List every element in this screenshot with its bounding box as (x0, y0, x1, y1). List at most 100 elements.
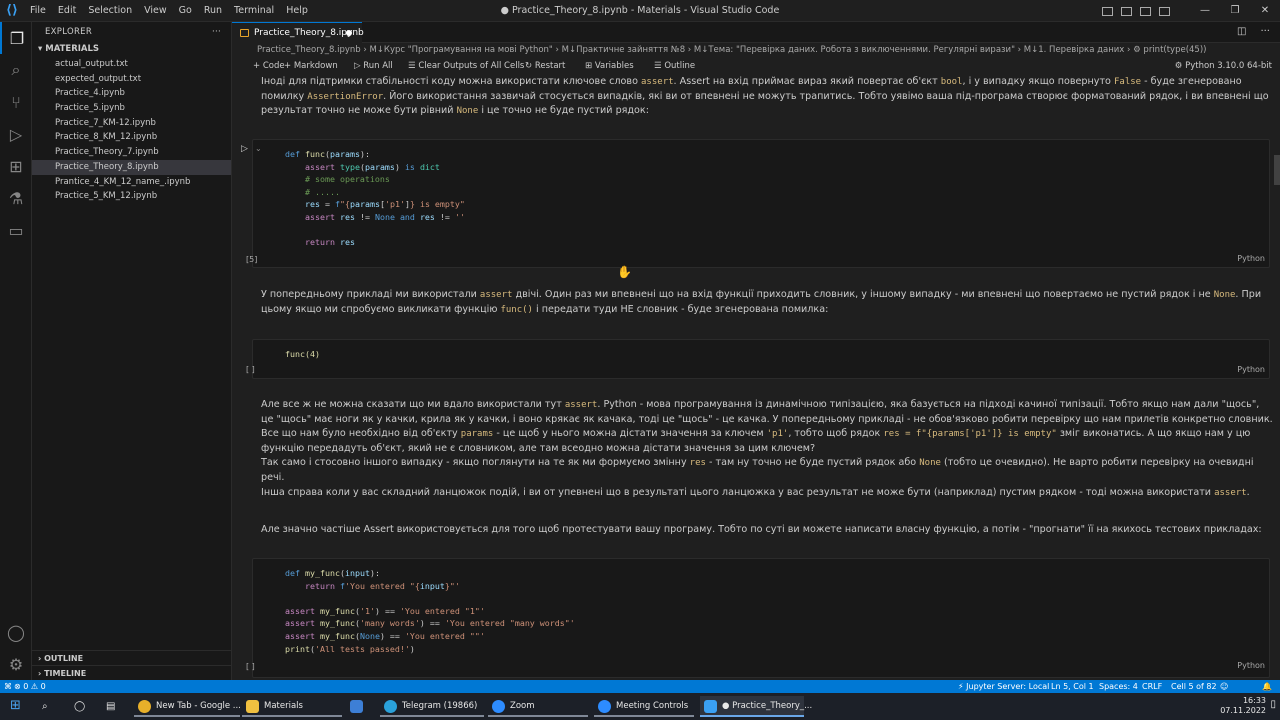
clear-outputs-button[interactable]: ☰ Clear Outputs of All Cells (408, 58, 524, 75)
kernel-picker[interactable]: ⚙ Python 3.10.0 64-bit (1175, 58, 1272, 75)
menu-file[interactable]: File (24, 0, 52, 22)
notification-center-icon[interactable]: ▯ (1270, 699, 1276, 710)
execution-count: [ ] (246, 365, 255, 374)
task-view-icon[interactable]: ▤ (106, 701, 115, 712)
outline-section[interactable]: › OUTLINE (32, 650, 232, 665)
jupyter-server-status[interactable]: ⚡ Jupyter Server: Local (958, 680, 1049, 693)
testing-icon[interactable]: ⚗ (0, 182, 32, 214)
taskbar-zoom[interactable]: Zoom (488, 696, 588, 717)
timeline-section[interactable]: › TIMELINE (32, 665, 232, 680)
split-editor-icon[interactable]: ◫ (1237, 26, 1246, 37)
file-item[interactable]: Practice_5_KM_12.ipynb (32, 189, 231, 204)
customize-layout-icon[interactable] (1159, 6, 1170, 16)
run-cell-icon[interactable]: ▷ (241, 144, 248, 154)
code-cell-1[interactable]: ▷ ⌄ def func(params): assert type(params… (241, 139, 1270, 268)
indentation[interactable]: Spaces: 4 (1099, 680, 1138, 693)
close-icon[interactable]: ✕ (1250, 0, 1280, 22)
file-item[interactable]: Practice_4.ipynb (32, 86, 231, 101)
run-all-button[interactable]: ▷ Run All (354, 58, 393, 75)
file-item[interactable]: Practice_5.ipynb (32, 101, 231, 116)
menu-selection[interactable]: Selection (82, 0, 138, 22)
markdown-cell-1[interactable]: Іноді для підтримки стабільності коду мо… (261, 75, 1273, 119)
remote-indicator-icon[interactable]: ⌘ (4, 680, 12, 693)
cell-indicator[interactable]: Cell 5 of 82 (1171, 680, 1217, 693)
markdown-cell-4[interactable]: Але значно частіше Assert використовуєть… (261, 523, 1273, 538)
clock-date: 07.11.2022 (1220, 706, 1266, 715)
toggle-panel-icon[interactable] (1121, 6, 1132, 16)
telegram-icon (384, 700, 397, 713)
remote-explorer-icon[interactable]: ▭ (0, 214, 32, 246)
manage-gear-icon[interactable]: ⚙ (0, 648, 32, 680)
taskbar-mail[interactable] (346, 696, 376, 717)
md-inline-code: assert (1214, 487, 1247, 498)
maximize-icon[interactable]: ❐ (1220, 0, 1250, 22)
md-text: - там ну точно не буде пустий рядок або (705, 457, 920, 469)
md-inline-code: False (1113, 77, 1142, 87)
file-item[interactable]: Practice_8_KM_12.ipynb (32, 130, 231, 145)
problems-indicator[interactable]: ⊗ 0 ⚠ 0 (14, 680, 46, 693)
file-item[interactable]: Practice_7_KM-12.ipynb (32, 116, 231, 131)
source-control-icon[interactable]: ⑂ (0, 86, 32, 118)
taskbar-explorer[interactable]: Materials (242, 696, 342, 717)
more-actions-icon[interactable]: ··· (1260, 26, 1270, 37)
add-code-cell-button[interactable]: + Code (253, 58, 285, 75)
status-bar: ⌘ ⊗ 0 ⚠ 0 ⚡ Jupyter Server: Local Ln 5, … (0, 680, 1280, 693)
code-cell-2[interactable]: func(4) Python (252, 339, 1270, 379)
toggle-sidebar-icon[interactable] (1102, 6, 1113, 16)
md-inline-code: res (689, 458, 706, 469)
toggle-secondary-sidebar-icon[interactable] (1140, 6, 1151, 16)
restart-button[interactable]: ↻ Restart (525, 58, 565, 75)
breadcrumb[interactable]: Practice_Theory_8.ipynb › M↓Курс "Програ… (232, 43, 1280, 58)
markdown-cell-3[interactable]: Але все ж не можна сказати що ми вдало в… (261, 398, 1273, 500)
zoom-icon (492, 700, 505, 713)
code-editor[interactable]: def func(params): assert type(params) is… (285, 148, 465, 249)
file-item[interactable]: Practice_Theory_7.ipynb (32, 145, 231, 160)
file-item[interactable]: Prantice_4_KM_12_name_.ipynb (32, 175, 231, 190)
more-actions-icon[interactable]: ··· (212, 22, 221, 42)
unsaved-dot-icon[interactable] (346, 30, 352, 36)
search-icon[interactable]: ⌕ (42, 701, 48, 712)
windows-start-icon[interactable]: ⊞ (10, 698, 21, 713)
feedback-icon[interactable]: ☺ (1220, 680, 1228, 693)
file-item[interactable]: expected_output.txt (32, 72, 231, 87)
taskbar-telegram[interactable]: Telegram (19866) (380, 696, 484, 717)
outline-button[interactable]: ☰ Outline (654, 58, 695, 75)
search-icon[interactable]: ⌕ (0, 54, 32, 86)
cell-language[interactable]: Python (1237, 365, 1265, 374)
explorer-icon[interactable]: ❐ (0, 22, 32, 54)
file-item-active[interactable]: Practice_Theory_8.ipynb (32, 159, 231, 175)
cell-language[interactable]: Python (1237, 661, 1265, 670)
menu-go[interactable]: Go (173, 0, 198, 22)
menu-help[interactable]: Help (280, 0, 314, 22)
extensions-icon[interactable]: ⊞ (0, 150, 32, 182)
system-clock[interactable]: 16:33 07.11.2022 (1220, 696, 1266, 716)
cursor-position[interactable]: Ln 5, Col 1 (1051, 680, 1094, 693)
account-icon[interactable]: ◯ (0, 616, 32, 648)
file-item[interactable]: actual_output.txt (32, 57, 231, 72)
tab-practice-theory-8[interactable]: Practice_Theory_8.ipynb (232, 22, 364, 43)
cell-language[interactable]: Python (1237, 254, 1265, 263)
menu-edit[interactable]: Edit (52, 0, 82, 22)
variables-button[interactable]: ⊞ Variables (585, 58, 634, 75)
md-inline-code: assert (564, 400, 598, 410)
collapse-chevron-icon[interactable]: ⌄ (255, 144, 262, 153)
folder-materials[interactable]: ▾ MATERIALS (32, 42, 231, 57)
taskbar-chrome[interactable]: New Tab - Google ... (134, 696, 241, 717)
menu-run[interactable]: Run (198, 0, 228, 22)
add-markdown-cell-button[interactable]: + Markdown (284, 58, 338, 75)
code-editor[interactable]: def my_func(input): return f'You entered… (285, 567, 575, 655)
cortana-icon[interactable]: ◯ (74, 701, 85, 712)
notebook-toolbar: + Code + Markdown ▷ Run All ☰ Clear Outp… (232, 58, 1280, 75)
code-editor[interactable]: func(4) (285, 348, 320, 361)
menu-view[interactable]: View (138, 0, 173, 22)
code-cell-3[interactable]: def my_func(input): return f'You entered… (252, 558, 1270, 678)
run-debug-icon[interactable]: ▷ (0, 118, 32, 150)
minimize-icon[interactable]: — (1190, 0, 1220, 22)
line-ending[interactable]: CRLF (1142, 680, 1162, 693)
editor-scrollbar[interactable] (1274, 155, 1280, 185)
taskbar-meeting-controls[interactable]: Meeting Controls (594, 696, 694, 717)
markdown-cell-2[interactable]: У попередньому прикладі ми використали a… (261, 288, 1273, 317)
menu-terminal[interactable]: Terminal (228, 0, 280, 22)
taskbar-vscode[interactable]: ● Practice_Theory_... (700, 696, 812, 717)
notifications-icon[interactable]: 🔔 (1262, 680, 1272, 693)
